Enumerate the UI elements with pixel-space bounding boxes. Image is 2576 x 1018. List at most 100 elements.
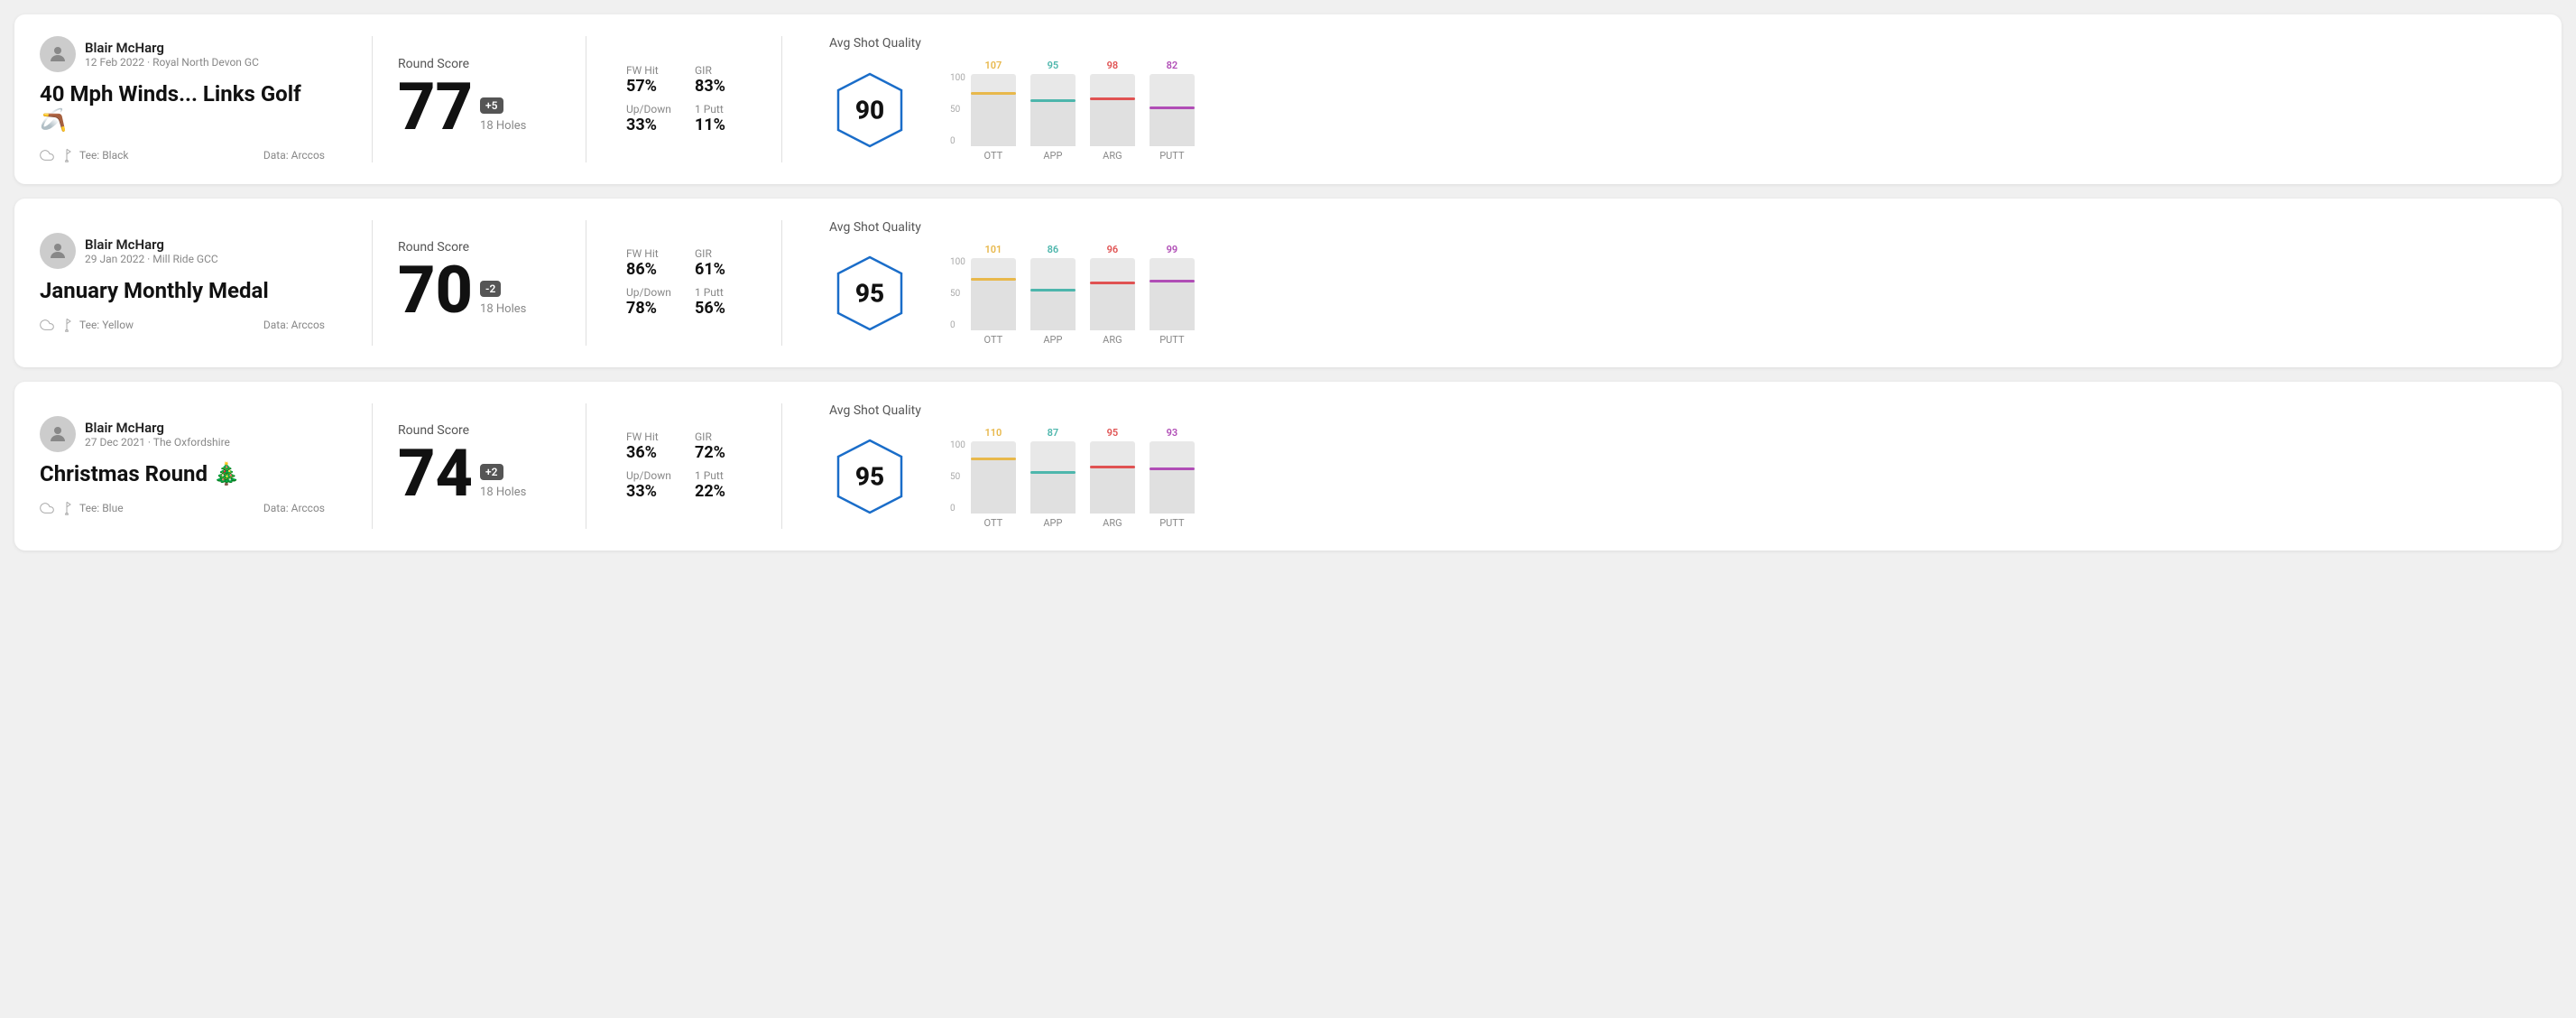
chart-title: Avg Shot Quality: [829, 220, 2536, 235]
bar-group: 107 OTT: [971, 74, 1016, 162]
user-info: Blair McHarg 12 Feb 2022 · Royal North D…: [40, 36, 325, 72]
score-number: 77: [398, 75, 473, 140]
user-info: Blair McHarg 27 Dec 2021 · The Oxfordshi…: [40, 416, 325, 452]
bar-chart: 100 50 0 101 OTT 86: [950, 242, 1195, 346]
round-card: Blair McHarg 12 Feb 2022 · Royal North D…: [14, 14, 2562, 184]
gir-value: 61%: [695, 260, 742, 279]
fw-hit-label: FW Hit: [626, 64, 673, 77]
bar-group: 110 OTT: [971, 441, 1016, 529]
bar-group: 93 PUTT: [1150, 441, 1195, 529]
chart-section: Avg Shot Quality 95 100 50 0 110: [808, 403, 2536, 529]
oneputt-value: 56%: [695, 299, 742, 318]
cloud-icon: [40, 148, 54, 162]
oneputt-value: 11%: [695, 116, 742, 134]
user-details: Blair McHarg 12 Feb 2022 · Royal North D…: [85, 40, 259, 69]
golf-icon: [60, 501, 74, 515]
avatar: [40, 416, 76, 452]
bar-group: 101 OTT: [971, 258, 1016, 346]
hexagon-container: 90: [829, 69, 910, 151]
stats-section: FW Hit 57% GIR 83% Up/Down 33% 1 Putt 11…: [612, 64, 756, 134]
user-meta: 27 Dec 2021 · The Oxfordshire: [85, 436, 230, 449]
user-info: Blair McHarg 29 Jan 2022 · Mill Ride GCC: [40, 233, 325, 269]
bar-chart: 100 50 0 107 OTT 95: [950, 58, 1195, 162]
avatar: [40, 36, 76, 72]
avatar: [40, 233, 76, 269]
bar-group: 86 APP: [1030, 258, 1076, 346]
stat-gir: GIR 72%: [695, 430, 742, 462]
chart-section: Avg Shot Quality 95 100 50 0 101: [808, 220, 2536, 346]
tee-label: Tee: Blue: [79, 502, 124, 514]
user-meta: 12 Feb 2022 · Royal North Devon GC: [85, 56, 259, 69]
score-section: Round Score 70 -2 18 Holes: [398, 240, 560, 325]
holes-label: 18 Holes: [480, 119, 526, 133]
data-source: Data: Arccos: [263, 502, 325, 514]
score-row: 74 +2 18 Holes: [398, 441, 560, 506]
stat-updown: Up/Down 78%: [626, 286, 673, 318]
stats-grid: FW Hit 57% GIR 83% Up/Down 33% 1 Putt 11…: [626, 64, 742, 134]
fw-hit-label: FW Hit: [626, 430, 673, 443]
hexagon-container: 95: [829, 436, 910, 517]
left-section: Blair McHarg 27 Dec 2021 · The Oxfordshi…: [40, 416, 346, 516]
gir-value: 83%: [695, 77, 742, 96]
data-source: Data: Arccos: [263, 149, 325, 162]
hexagon-value: 90: [855, 95, 884, 125]
stats-section: FW Hit 36% GIR 72% Up/Down 33% 1 Putt 22…: [612, 430, 756, 501]
stats-section: FW Hit 86% GIR 61% Up/Down 78% 1 Putt 56…: [612, 247, 756, 318]
gir-value: 72%: [695, 443, 742, 462]
score-badge: -2: [480, 281, 501, 297]
hexagon-container: 95: [829, 253, 910, 334]
score-section: Round Score 74 +2 18 Holes: [398, 423, 560, 508]
score-section: Round Score 77 +5 18 Holes: [398, 57, 560, 142]
divider-3: [781, 36, 782, 162]
stat-fw-hit: FW Hit 57%: [626, 64, 673, 96]
stat-gir: GIR 83%: [695, 64, 742, 96]
stat-oneputt: 1 Putt 22%: [695, 469, 742, 501]
oneputt-value: 22%: [695, 482, 742, 501]
round-title: 40 Mph Winds... Links Golf 🪃: [40, 81, 325, 134]
round-title: January Monthly Medal: [40, 278, 325, 304]
updown-label: Up/Down: [626, 469, 673, 482]
updown-value: 78%: [626, 299, 673, 318]
divider-3: [781, 403, 782, 529]
hexagon-value: 95: [855, 279, 884, 309]
divider: [372, 36, 373, 162]
updown-label: Up/Down: [626, 103, 673, 116]
tee-info: Tee: Yellow: [40, 318, 134, 332]
divider: [372, 220, 373, 346]
stat-gir: GIR 61%: [695, 247, 742, 279]
holes-label: 18 Holes: [480, 302, 526, 316]
fw-hit-value: 36%: [626, 443, 673, 462]
tee-label: Tee: Yellow: [79, 319, 134, 331]
cloud-icon: [40, 318, 54, 332]
tee-info: Tee: Black: [40, 148, 128, 162]
hexagon: 95: [829, 436, 910, 517]
round-card: Blair McHarg 27 Dec 2021 · The Oxfordshi…: [14, 382, 2562, 551]
bar-group: 96 ARG: [1090, 258, 1135, 346]
score-number: 70: [398, 258, 473, 323]
score-row: 77 +5 18 Holes: [398, 75, 560, 140]
data-source: Data: Arccos: [263, 319, 325, 331]
oneputt-label: 1 Putt: [695, 103, 742, 116]
stats-grid: FW Hit 86% GIR 61% Up/Down 78% 1 Putt 56…: [626, 247, 742, 318]
stats-grid: FW Hit 36% GIR 72% Up/Down 33% 1 Putt 22…: [626, 430, 742, 501]
cloud-icon: [40, 501, 54, 515]
hexagon-value: 95: [855, 462, 884, 492]
bar-group: 87 APP: [1030, 441, 1076, 529]
divider-3: [781, 220, 782, 346]
score-badge: +5: [480, 97, 503, 114]
user-details: Blair McHarg 27 Dec 2021 · The Oxfordshi…: [85, 420, 230, 449]
chart-title: Avg Shot Quality: [829, 403, 2536, 418]
bar-group: 82 PUTT: [1150, 74, 1195, 162]
user-name: Blair McHarg: [85, 420, 230, 436]
stat-oneputt: 1 Putt 56%: [695, 286, 742, 318]
round-card: Blair McHarg 29 Jan 2022 · Mill Ride GCC…: [14, 199, 2562, 367]
hexagon: 95: [829, 253, 910, 334]
user-meta: 29 Jan 2022 · Mill Ride GCC: [85, 253, 218, 265]
round-title: Christmas Round 🎄: [40, 461, 325, 487]
gir-label: GIR: [695, 64, 742, 77]
divider: [372, 403, 373, 529]
oneputt-label: 1 Putt: [695, 286, 742, 299]
bar-chart: 100 50 0 110 OTT 87: [950, 425, 1195, 529]
left-section: Blair McHarg 29 Jan 2022 · Mill Ride GCC…: [40, 233, 346, 333]
golf-icon: [60, 148, 74, 162]
